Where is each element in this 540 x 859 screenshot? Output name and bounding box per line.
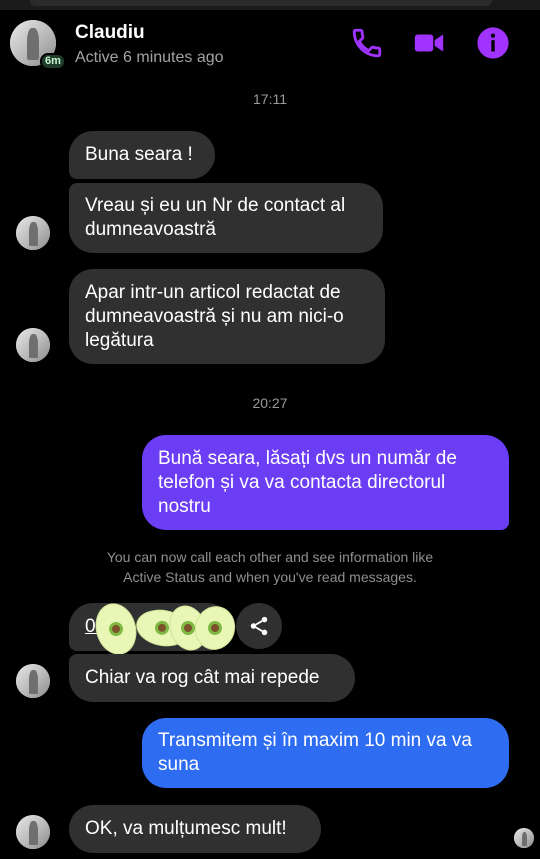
share-icon [250, 616, 268, 636]
message-bubble-outgoing[interactable]: Transmitem și în maxim 10 min va va suna [142, 718, 509, 788]
active-badge: 6m [40, 53, 66, 70]
window-bar [30, 0, 492, 6]
message-bubble[interactable]: OK, va mulțumesc mult! [69, 805, 321, 853]
message-text: Apar intr-un articol redactat de dumneav… [85, 281, 344, 351]
contact-avatar-small [16, 815, 50, 849]
chat-header: 6m Claudiu Active 6 minutes ago [0, 10, 540, 80]
read-receipt-avatar [514, 828, 534, 848]
active-status: Active 6 minutes ago [75, 49, 224, 66]
message-text: Vreau și eu un Nr de contact al dumneavo… [85, 195, 346, 240]
contact-avatar-small [16, 328, 50, 362]
contact-avatar-small [16, 216, 50, 250]
phone-icon[interactable] [350, 26, 384, 60]
message-bubble-outgoing[interactable]: Bună seara, lăsați dvs un număr de telef… [142, 435, 509, 530]
video-camera-icon[interactable] [412, 26, 446, 60]
message-bubble[interactable]: Vreau și eu un Nr de contact al dumneavo… [69, 183, 383, 253]
message-bubble[interactable]: Buna seara ! [69, 131, 215, 179]
timestamp: 20:27 [252, 395, 288, 411]
contact-avatar-small [16, 664, 50, 698]
timestamp: 17:11 [253, 91, 287, 107]
system-message: You can now call each other and see info… [60, 547, 480, 587]
info-icon[interactable] [476, 26, 510, 60]
contact-name[interactable]: Claudiu [75, 22, 145, 44]
message-bubble[interactable]: Chiar va rog cât mai repede [69, 654, 355, 702]
system-message-line: You can now call each other and see info… [106, 549, 434, 565]
message-text: Bună seara, lăsați dvs un număr de telef… [158, 447, 457, 517]
message-text: OK, va mulțumesc mult! [85, 818, 287, 839]
message-text: Buna seara ! [85, 144, 193, 165]
message-text: Transmitem și în maxim 10 min va va suna [158, 730, 472, 775]
system-message-line: Active Status and when you've read messa… [123, 569, 417, 585]
status-strip [0, 0, 540, 10]
message-text: Chiar va rog cât mai repede [85, 667, 320, 688]
message-bubble[interactable]: Apar intr-un articol redactat de dumneav… [69, 269, 385, 364]
share-button[interactable] [236, 603, 282, 649]
